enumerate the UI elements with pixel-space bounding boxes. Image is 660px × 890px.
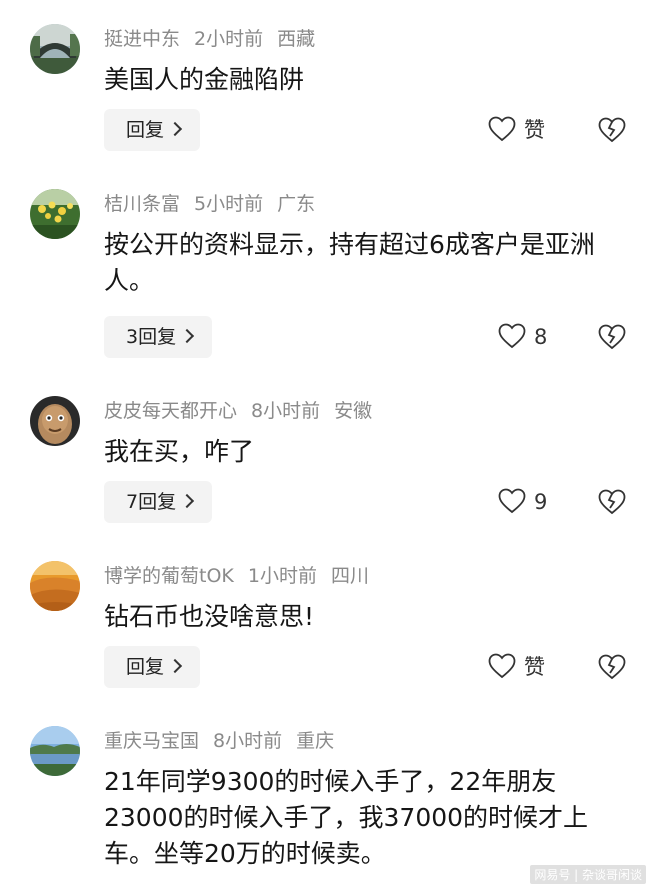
broken-heart-icon <box>598 489 626 515</box>
dislike-button[interactable] <box>598 481 628 523</box>
like-count: 8 <box>534 325 548 349</box>
comment-text: 我在买，咋了 <box>104 437 255 466</box>
yellow-flowers-avatar-icon <box>30 189 80 239</box>
like-count: 赞 <box>524 118 545 142</box>
location: 西藏 <box>277 28 316 50</box>
comment-meta: 挺进中东 2小时前 西藏 <box>104 26 329 52</box>
watermark: 网易号 | 杂谈哥闲谈 <box>530 865 646 884</box>
avatar[interactable] <box>30 189 80 239</box>
comment-text: 钻石币也没啥意思! <box>104 602 315 631</box>
username[interactable]: 皮皮每天都开心 <box>104 400 237 422</box>
broken-heart-icon <box>598 324 626 350</box>
timestamp: 1小时前 <box>247 565 317 587</box>
like-button[interactable]: 赞 <box>488 109 545 151</box>
like-button[interactable]: 8 <box>498 316 547 358</box>
reply-button[interactable]: 7回复 <box>104 481 213 523</box>
comment-text: 21年同学9300的时候入手了，22年朋友23000的时候入手了，我37000的… <box>104 767 589 868</box>
reply-button[interactable]: 3回复 <box>104 316 213 358</box>
timestamp: 8小时前 <box>251 400 321 422</box>
broken-heart-icon <box>598 654 626 680</box>
username[interactable]: 博学的葡萄tOK <box>104 565 234 587</box>
reply-label: 7回复 <box>126 491 177 513</box>
reply-button[interactable]: 回复 <box>104 646 201 688</box>
avatar[interactable] <box>30 396 80 446</box>
desert-dunes-avatar-icon <box>30 561 80 611</box>
username[interactable]: 挺进中东 <box>104 28 180 50</box>
bridge-landscape-avatar-icon <box>30 24 80 74</box>
heart-icon <box>488 653 516 679</box>
timestamp: 5小时前 <box>194 193 264 215</box>
heart-icon <box>498 488 526 514</box>
timestamp: 2小时前 <box>194 28 264 50</box>
chevron-right-icon <box>167 658 183 674</box>
heart-icon <box>488 116 516 142</box>
reply-label: 回复 <box>126 119 165 141</box>
chevron-right-icon <box>167 121 183 137</box>
location: 四川 <box>330 565 369 587</box>
reply-button[interactable]: 回复 <box>104 109 201 151</box>
comment-meta: 皮皮每天都开心 8小时前 安徽 <box>104 398 386 424</box>
comment-text: 美国人的金融陷阱 <box>104 65 305 94</box>
like-button[interactable]: 赞 <box>488 646 545 688</box>
dislike-button[interactable] <box>598 316 628 358</box>
reply-label: 3回复 <box>126 326 177 348</box>
like-count: 赞 <box>524 655 545 679</box>
comment-meta: 博学的葡萄tOK 1小时前 四川 <box>104 563 383 589</box>
location: 重庆 <box>296 730 335 752</box>
like-button[interactable]: 9 <box>498 481 547 523</box>
username[interactable]: 桔川条富 <box>104 193 180 215</box>
potato-face-avatar-icon <box>30 396 80 446</box>
reply-label: 回复 <box>126 656 165 678</box>
comment-meta: 桔川条富 5小时前 广东 <box>104 191 329 217</box>
avatar[interactable] <box>30 726 80 776</box>
location: 广东 <box>277 193 316 215</box>
chevron-right-icon <box>180 493 195 509</box>
comment-meta: 重庆马宝国 8小时前 重庆 <box>104 728 348 754</box>
dislike-button[interactable] <box>598 109 628 151</box>
avatar[interactable] <box>30 561 80 611</box>
location: 安徽 <box>334 400 373 422</box>
chevron-right-icon <box>180 328 195 344</box>
heart-icon <box>498 323 526 349</box>
broken-heart-icon <box>598 117 626 143</box>
timestamp: 8小时前 <box>213 730 283 752</box>
comment-text: 按公开的资料显示，持有超过6成客户是亚洲人。 <box>104 230 595 295</box>
avatar[interactable] <box>30 24 80 74</box>
lake-landscape-avatar-icon <box>30 726 80 776</box>
like-count: 9 <box>534 490 548 514</box>
dislike-button[interactable] <box>598 646 628 688</box>
username[interactable]: 重庆马宝国 <box>104 730 199 752</box>
